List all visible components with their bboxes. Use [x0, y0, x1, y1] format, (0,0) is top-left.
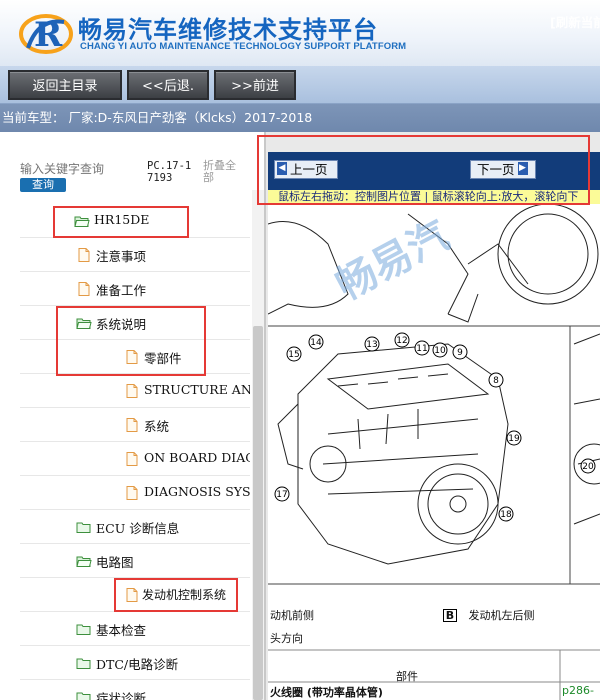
tree-item[interactable]: 注意事项	[20, 238, 250, 272]
tree-item[interactable]: STRUCTURE AND OPERATION	[20, 374, 250, 408]
callout: 19	[506, 430, 522, 446]
search-button[interactable]: 查询	[20, 178, 66, 192]
document-icon	[78, 248, 90, 262]
tree-item-label: 系统	[144, 419, 170, 434]
tree-item[interactable]: DIAGNOSIS SYSTEM	[20, 476, 250, 510]
callout: 17	[274, 486, 290, 502]
tree-item-label: STRUCTURE AND OPERATION	[144, 382, 250, 397]
tree-item[interactable]: DTC/电路诊断	[20, 646, 250, 680]
table-row-part: 火线圈 (带功率晶体管)	[270, 686, 383, 699]
highlight-box	[53, 206, 189, 238]
home-button[interactable]: 返回主目录	[8, 70, 122, 100]
svg-text:13: 13	[366, 340, 377, 350]
callout: 12	[394, 332, 410, 348]
svg-text:14: 14	[310, 338, 322, 348]
document-icon	[126, 486, 138, 500]
collapse-all-button[interactable]: 折叠全部	[203, 160, 243, 184]
svg-text:R: R	[34, 15, 63, 55]
refresh-button[interactable]: [刷新当前	[550, 12, 600, 31]
svg-text:15: 15	[288, 350, 299, 360]
svg-text:17: 17	[276, 490, 287, 500]
tree-item[interactable]: ON BOARD DIAGNOSTIC	[20, 442, 250, 476]
tree-item-label: DIAGNOSIS SYSTEM	[144, 484, 250, 499]
callout: 13	[364, 336, 380, 352]
callout: 20	[580, 458, 596, 474]
document-icon	[78, 282, 90, 296]
svg-text:20: 20	[582, 462, 594, 472]
tree-item-label: 基本检查	[96, 623, 147, 638]
folder-closed-icon	[76, 624, 91, 635]
folder-open-icon	[76, 556, 92, 567]
folder-closed-icon	[76, 522, 91, 533]
pc-code: PC.17-17193	[147, 160, 192, 184]
navigation-bar: 返回主目录 <<后退. >>前进	[0, 66, 600, 104]
document-icon	[126, 384, 138, 398]
callout: 18	[498, 506, 514, 522]
svg-text:11: 11	[416, 344, 427, 354]
caption-left-rear: 发动机左后侧	[468, 609, 535, 622]
svg-text:8: 8	[493, 376, 499, 386]
tree-item-label: 电路图	[96, 555, 134, 570]
highlight-box	[56, 306, 206, 376]
tree-item-label: DTC/电路诊断	[96, 657, 179, 672]
brand-title: 畅易汽车维修技术支持平台	[78, 16, 378, 44]
tree-item[interactable]: ECU 诊断信息	[20, 510, 250, 544]
svg-text:12: 12	[396, 336, 407, 346]
current-vehicle: 当前车型： 厂家:D-东风日产劲客（Klcks）2017-2018	[0, 104, 600, 132]
highlight-box	[257, 135, 590, 205]
engine-illustration: 15 14 13 12 11 10 9 8 19 18 17 20	[268, 204, 600, 700]
forward-button[interactable]: >>前进	[214, 70, 296, 100]
search-input[interactable]	[20, 162, 140, 176]
tree-item[interactable]: 基本检查	[20, 612, 250, 646]
svg-text:10: 10	[434, 346, 446, 356]
callout: 15	[286, 346, 302, 362]
callout: 9	[452, 344, 468, 360]
tree-item[interactable]: 准备工作	[20, 272, 250, 306]
callout: 8	[488, 372, 504, 388]
svg-text:18: 18	[500, 510, 512, 520]
svg-text:19: 19	[508, 434, 520, 444]
header-banner: R 畅易汽车维修技术支持平台 CHANG YI AUTO MAINTENANCE…	[0, 0, 600, 66]
tree-item[interactable]: 电路图	[20, 544, 250, 578]
caption-direction: 头方向	[270, 632, 303, 645]
tree-item-label: 准备工作	[96, 283, 147, 298]
brand-subtitle: CHANG YI AUTO MAINTENANCE TECHNOLOGY SUP…	[80, 41, 407, 52]
back-button[interactable]: <<后退.	[127, 70, 209, 100]
callout: 10	[432, 342, 448, 358]
table-header: 部件	[396, 670, 418, 683]
document-icon	[126, 418, 138, 432]
tree-item[interactable]: 系统	[20, 408, 250, 442]
caption-front: 动机前侧	[270, 609, 314, 622]
callout: 11	[414, 340, 430, 356]
badge-b: B	[443, 609, 457, 622]
tree-item-label: 症状诊断	[96, 691, 147, 700]
caption-badge: B 发动机左后侧	[443, 607, 535, 623]
scrollbar-thumb[interactable]	[253, 326, 263, 700]
tree-item-label: ON BOARD DIAGNOSTIC	[144, 450, 250, 465]
svg-text:9: 9	[457, 348, 463, 358]
tree-item-label: 注意事项	[96, 249, 147, 264]
tree-item[interactable]: 症状诊断	[20, 680, 250, 700]
table-row-ref[interactable]: p286-	[562, 684, 594, 697]
document-icon	[126, 452, 138, 466]
logo-icon: R	[19, 14, 73, 55]
callout: 14	[308, 334, 324, 350]
tree-scrollbar[interactable]	[252, 190, 264, 700]
folder-closed-icon	[76, 692, 91, 700]
tree-item-label: ECU 诊断信息	[96, 521, 180, 536]
highlight-box	[114, 578, 238, 612]
folder-closed-icon	[76, 658, 91, 669]
engine-diagram[interactable]: 15 14 13 12 11 10 9 8 19 18 17 20 畅易汽 动机…	[268, 204, 600, 700]
